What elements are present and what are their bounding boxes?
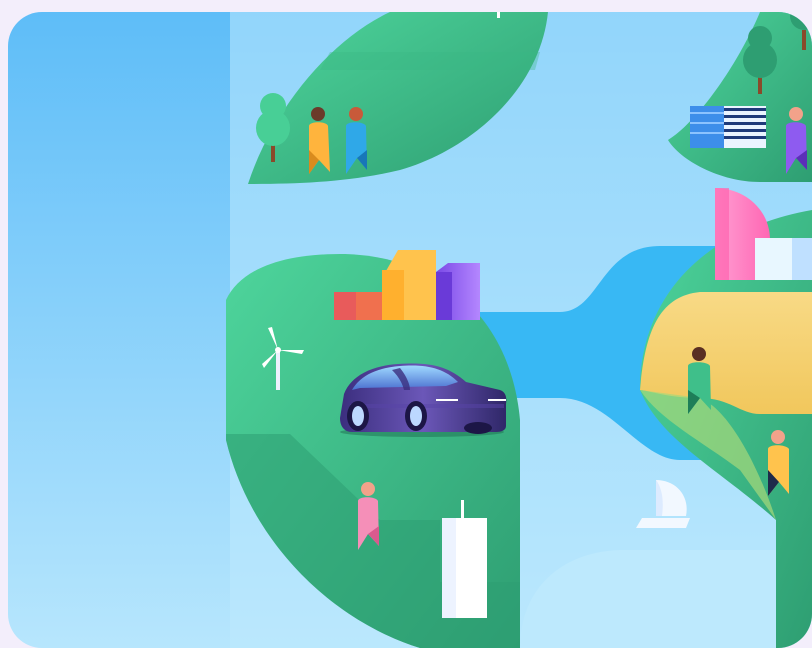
scene-viewport: [8, 12, 812, 648]
island-illustration: [0, 0, 812, 648]
terrace: [320, 52, 540, 70]
illustration-stage: [0, 0, 812, 648]
glass-building: [755, 238, 812, 280]
solar-building: [690, 106, 766, 148]
